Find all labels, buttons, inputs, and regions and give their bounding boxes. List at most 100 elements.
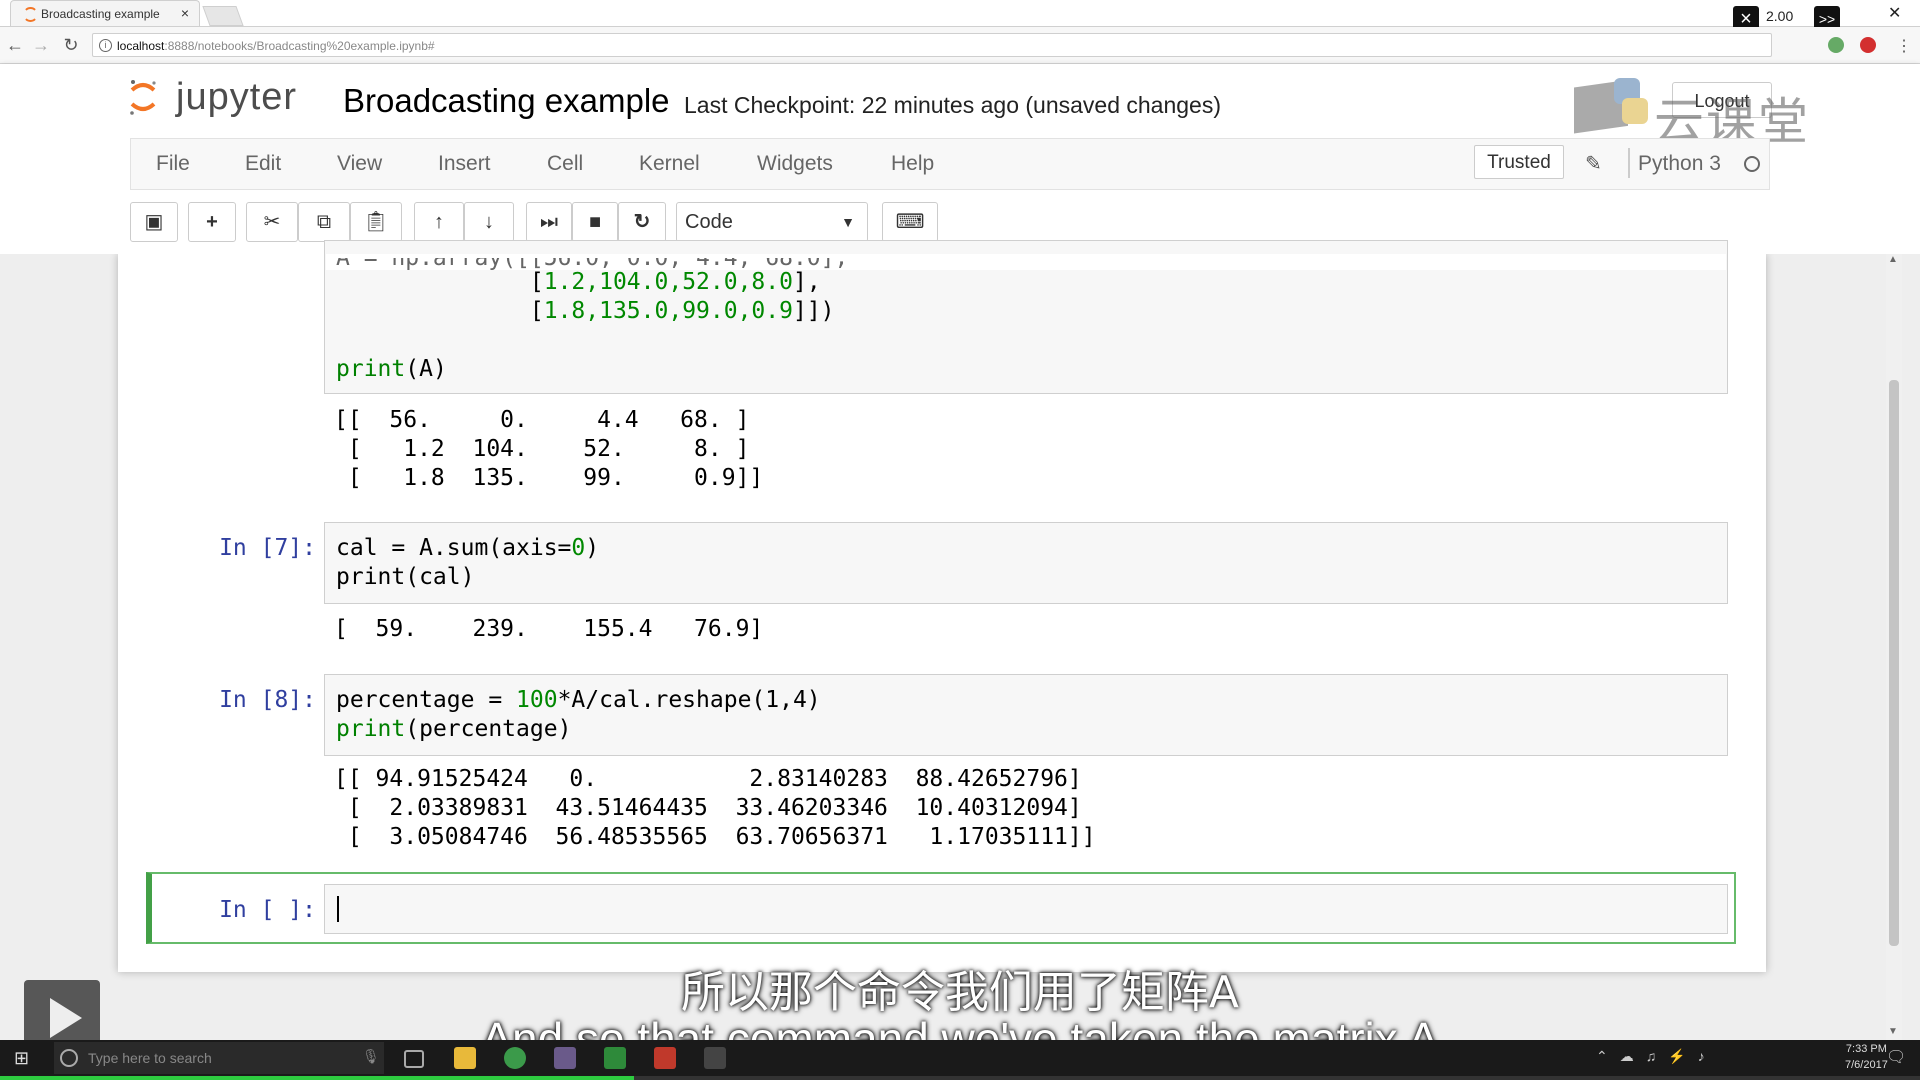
new-tab-button[interactable]	[202, 6, 244, 26]
paste-button[interactable]: 📋︎	[350, 202, 402, 242]
code-keyword: print	[336, 356, 406, 382]
system-tray-icons[interactable]: ⌃☁♫⚡♪	[1596, 1048, 1717, 1065]
reload-icon[interactable]: ↻	[60, 34, 82, 56]
menu-file[interactable]: File	[156, 152, 190, 176]
subtitle-chinese: 所以那个命令我们用了矩阵A	[680, 967, 1240, 1018]
url-input[interactable]: i localhost:8888/notebooks/Broadcasting%…	[92, 33, 1772, 57]
code-text: (A)	[405, 356, 447, 382]
dropdown-arrow-icon: ▼	[841, 214, 855, 230]
browser-menu-icon[interactable]: ⋮	[1896, 36, 1912, 56]
code-text: [	[336, 269, 544, 295]
interrupt-button[interactable]: ■	[572, 202, 618, 242]
copy-icon: ⧉	[316, 211, 332, 233]
code-number: 0	[571, 535, 586, 561]
cut-icon: ✂	[263, 211, 281, 233]
jupyter-favicon-icon	[23, 7, 38, 22]
arrow-down-icon: ↓	[484, 211, 494, 233]
chrome-icon[interactable]	[504, 1047, 526, 1069]
pencil-icon[interactable]: ✎	[1585, 151, 1602, 176]
code-text: [	[336, 298, 544, 324]
kernel-name: Python 3	[1638, 152, 1721, 175]
cell-output: [[ 94.91525424 0. 2.83140283 88.42652796…	[334, 766, 1096, 850]
code-line: print(cal)	[336, 564, 475, 590]
windows-start-icon[interactable]: ⊞	[14, 1048, 29, 1069]
code-number: 1.8,135.0,99.0,0.9	[543, 298, 793, 324]
restart-icon: ↻	[633, 211, 651, 233]
save-button[interactable]: ▣	[130, 202, 178, 242]
app-icon[interactable]	[654, 1047, 676, 1069]
cortana-icon	[60, 1049, 78, 1067]
code-text: *A/cal.reshape(1,4)	[557, 687, 821, 713]
move-down-button[interactable]: ↓	[464, 202, 514, 242]
extension-icon[interactable]	[1828, 37, 1844, 53]
code-line: print(percentage)	[336, 715, 571, 744]
scroll-up-icon[interactable]: ▲	[1888, 254, 1898, 265]
code-text: (percentage)	[405, 716, 572, 742]
cut-button[interactable]: ✂	[246, 202, 298, 242]
run-icon: ⏭	[540, 211, 558, 233]
move-up-button[interactable]: ↑	[414, 202, 464, 242]
url-host: localhost	[117, 39, 165, 53]
kernel-divider	[1628, 148, 1630, 178]
code-keyword: print	[336, 716, 406, 742]
menu-kernel[interactable]: Kernel	[639, 152, 700, 176]
window-close-icon[interactable]: ✕	[1888, 3, 1901, 23]
browser-tab[interactable]: Broadcasting example ×	[10, 0, 200, 26]
notification-icon[interactable]: 🗨︎	[1886, 1047, 1906, 1067]
cell-output: [[ 56. 0. 4.4 68. ] [ 1.2 104. 52. 8. ] …	[334, 407, 764, 491]
task-view-icon[interactable]	[404, 1050, 424, 1068]
code-line: cal = A.sum(axis=0)	[336, 534, 599, 563]
cell-prompt: In [8]:	[219, 687, 316, 713]
menu-view[interactable]: View	[337, 152, 382, 176]
menu-insert[interactable]: Insert	[438, 152, 491, 176]
insert-cell-button[interactable]: +	[188, 202, 236, 242]
notebook-title[interactable]: Broadcasting example	[343, 82, 670, 120]
taskbar-search-input[interactable]: Type here to search	[54, 1042, 384, 1074]
stop-icon: ■	[588, 211, 602, 233]
kernel-idle-icon	[1744, 156, 1760, 172]
command-palette-button[interactable]: ⌨	[882, 202, 938, 242]
run-button[interactable]: ⏭	[526, 202, 572, 242]
copy-button[interactable]: ⧉	[298, 202, 350, 242]
code-line: percentage = 100*A/cal.reshape(1,4)	[336, 686, 821, 715]
arrow-up-icon: ↑	[434, 211, 444, 233]
jupyter-logo-text[interactable]: jupyter	[176, 76, 297, 119]
app-icon[interactable]	[554, 1047, 576, 1069]
play-icon	[50, 998, 82, 1038]
code-number: 1.2,104.0,52.0,8.0	[543, 269, 793, 295]
clock-time: 7:33 PM	[1845, 1043, 1887, 1055]
app-icon[interactable]	[704, 1047, 726, 1069]
menu-edit[interactable]: Edit	[245, 152, 281, 176]
taskbar-clock[interactable]: 7:33 PM 7/6/2017	[1845, 1041, 1888, 1073]
adblock-icon[interactable]	[1860, 37, 1876, 53]
cell-type-value: Code	[685, 211, 733, 233]
jupyter-logo-icon[interactable]	[128, 78, 158, 116]
scrollbar-thumb[interactable]	[1889, 380, 1899, 946]
excel-icon[interactable]	[604, 1047, 626, 1069]
paste-icon: 📋︎	[363, 211, 389, 233]
code-text: percentage =	[336, 687, 517, 713]
file-explorer-icon[interactable]	[454, 1047, 476, 1069]
cell-prompt: In [7]:	[219, 535, 316, 561]
menu-cell[interactable]: Cell	[547, 152, 583, 176]
menu-widgets[interactable]: Widgets	[757, 152, 833, 176]
tab-close-icon[interactable]: ×	[181, 5, 189, 21]
microphone-icon[interactable]: 🎙︎	[362, 1048, 380, 1065]
video-progress-fill	[0, 1076, 634, 1080]
code-number: 100	[516, 687, 558, 713]
code-text: )	[585, 535, 600, 561]
forward-arrow-icon[interactable]: →	[30, 34, 52, 56]
trusted-badge[interactable]: Trusted	[1474, 145, 1564, 179]
code-cell-input[interactable]	[324, 884, 1728, 934]
code-text: cal = A.sum(axis=	[336, 535, 572, 561]
menu-help[interactable]: Help	[891, 152, 934, 176]
back-arrow-icon[interactable]: ←	[4, 34, 26, 56]
code-text: ],	[792, 269, 821, 295]
cell-type-select[interactable]: Code ▼	[676, 202, 868, 242]
keyboard-icon: ⌨	[895, 211, 925, 233]
browser-tab-bar	[0, 0, 1920, 27]
browser-tab-title: Broadcasting example	[41, 7, 160, 21]
restart-button[interactable]: ↻	[618, 202, 666, 242]
url-path: :8888/notebooks/Broadcasting%20example.i…	[164, 39, 435, 53]
python-watermark-icon	[1574, 78, 1648, 134]
